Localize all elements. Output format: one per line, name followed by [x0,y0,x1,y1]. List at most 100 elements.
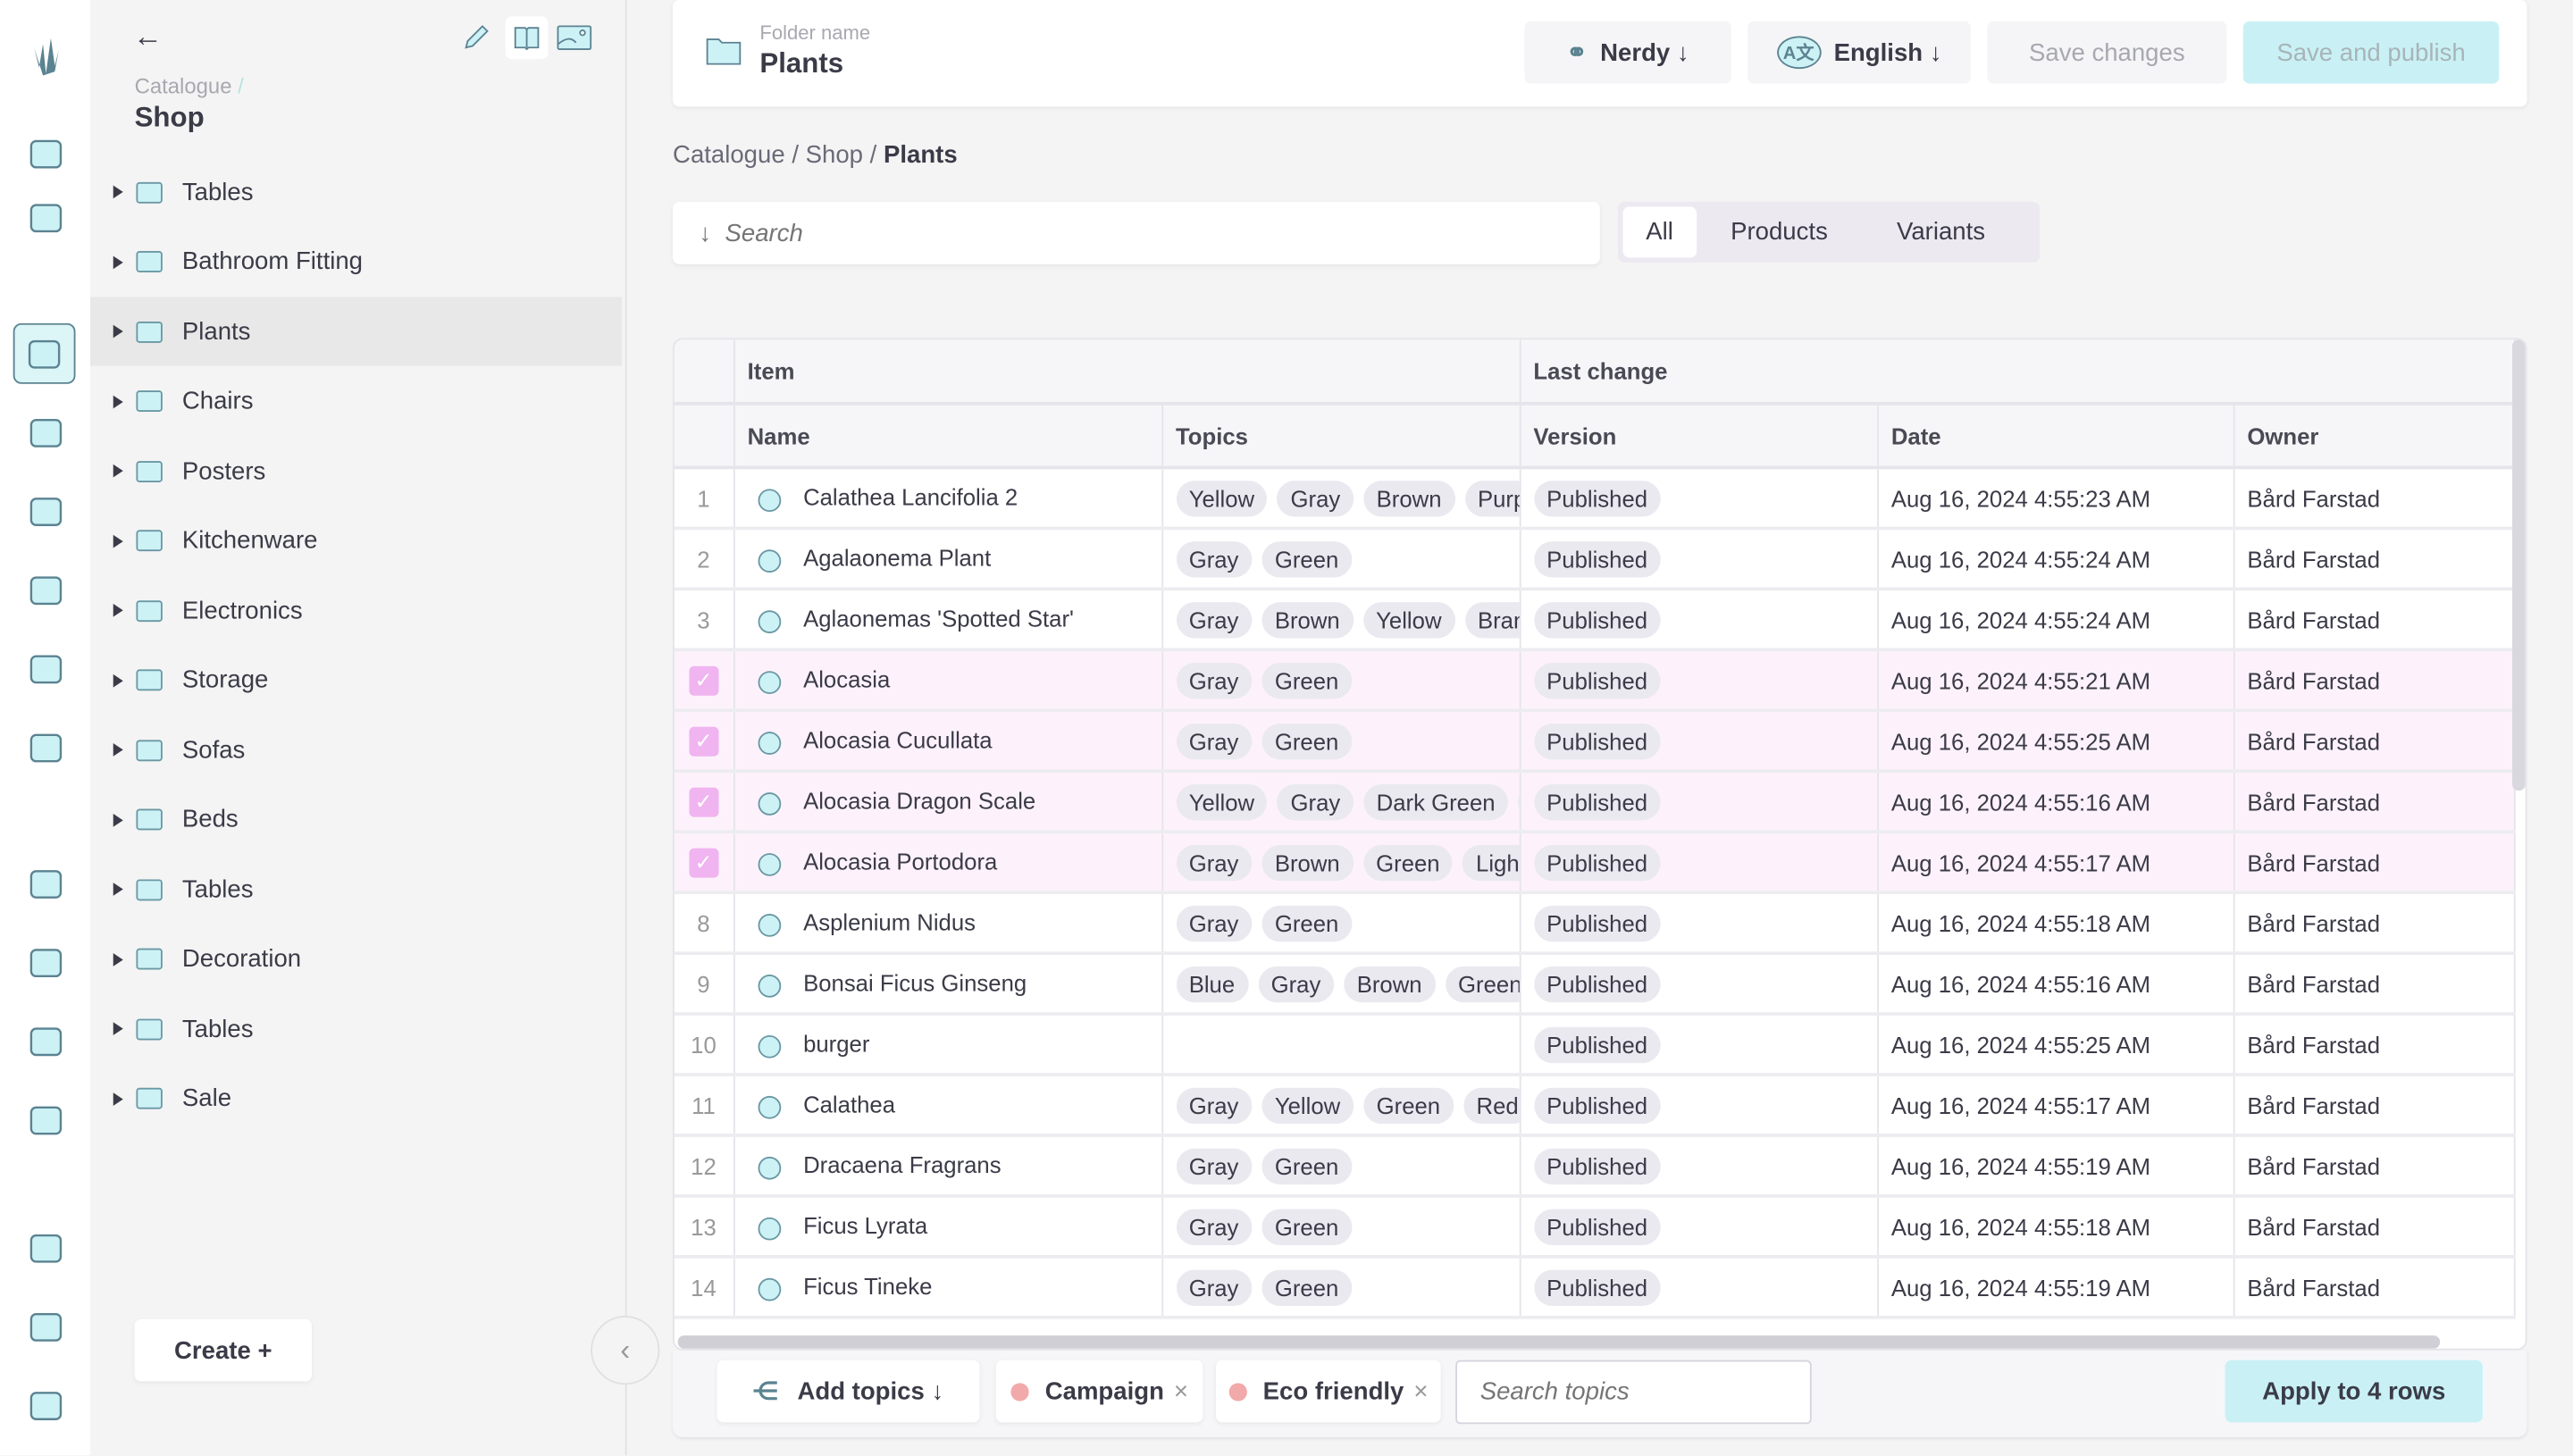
filter-tab-variants[interactable]: Variants [1862,206,2019,257]
folder-item[interactable]: Tables [90,157,622,226]
name-cell[interactable]: Dracaena Fragrans [733,1134,1163,1198]
checkbox-checked-icon[interactable]: ✓ [688,665,719,695]
language-dropdown[interactable]: A文 English ↓ [1747,21,1971,84]
folder-item[interactable]: Sale [90,1064,622,1133]
folder-item[interactable]: Posters [90,437,622,506]
expand-triangle-icon[interactable] [113,603,123,617]
col-header-owner[interactable]: Owner [2233,403,2515,470]
table-row[interactable]: 12 Dracaena Fragrans Gray Green Published… [674,1134,2515,1198]
name-cell[interactable]: Aglaonemas 'Spotted Star' [733,589,1163,652]
collapse-sidebar-button[interactable]: ‹ [591,1316,660,1385]
folder-item[interactable]: Sofas [90,715,622,784]
row-select[interactable]: 12 [674,1134,734,1198]
dashboard-icon[interactable] [23,131,69,177]
search-topics-input[interactable] [1455,1360,1812,1425]
folder-item[interactable]: Beds [90,785,622,854]
folder-name-value[interactable]: Plants [759,47,843,80]
image-icon[interactable] [557,23,592,53]
sidebar-breadcrumb-parent[interactable]: Catalogue [135,74,232,99]
row-select[interactable]: 10 [674,1014,734,1076]
col-header-name[interactable]: Name [733,403,1163,470]
col-header-version[interactable]: Version [1519,403,1879,470]
expand-triangle-icon[interactable] [113,813,123,826]
save-changes-button[interactable]: Save changes [1987,21,2227,84]
table-row[interactable]: 1 Calathea Lancifolia 2 Yellow Gray Brown P… [674,467,2515,531]
col-header-date[interactable]: Date [1877,403,2234,470]
name-cell[interactable]: burger [733,1014,1163,1076]
table-row[interactable]: 9 Bonsai Ficus Ginseng Blue Gray Brown Gree… [674,953,2515,1016]
expand-triangle-icon[interactable] [113,324,123,339]
folder-item[interactable]: Electronics [90,576,622,645]
table-row[interactable]: ✓ Alocasia Dragon Scale Yellow Gray Dark G… [674,771,2515,834]
expand-triangle-icon[interactable] [113,255,123,269]
table-row[interactable]: 10 burger Published Aug 16, 2024 4:55:25… [674,1014,2515,1076]
remove-tag-icon[interactable]: × [1413,1377,1428,1405]
col-header-topics[interactable]: Topics [1161,403,1521,470]
name-cell[interactable]: Ficus Tineke [733,1256,1163,1319]
folder-item[interactable]: Storage [90,646,622,715]
create-button[interactable]: Create + [134,1318,312,1382]
name-cell[interactable]: Agalaonema Plant [733,528,1163,591]
expand-triangle-icon[interactable] [113,743,123,757]
folder-item[interactable]: Bathroom Fitting [90,227,622,296]
row-select[interactable]: ✓ [674,710,734,774]
row-select[interactable]: 13 [674,1195,734,1259]
name-cell[interactable]: Alocasia Dragon Scale [733,771,1163,834]
checkbox-checked-icon[interactable]: ✓ [688,847,719,877]
topic-tag[interactable]: Campaign × [995,1360,1203,1423]
folder-item[interactable]: Plants [90,297,623,366]
folder-item[interactable]: Tables [90,994,622,1063]
table-row[interactable]: ✓ Alocasia Gray Green Published Aug 16, 2… [674,649,2515,713]
flow-icon[interactable] [23,647,69,692]
horizontal-scrollbar[interactable] [677,1335,2441,1349]
row-select[interactable]: 2 [674,528,734,591]
apply-button[interactable]: Apply to 4 rows [2225,1360,2483,1423]
table-row[interactable]: 14 Ficus Tineke Gray Green Published Aug … [674,1256,2515,1319]
folder-item[interactable]: Kitchenware [90,506,622,575]
image-icon[interactable] [23,567,69,613]
filter-tab-products[interactable]: Products [1697,206,1863,257]
expand-triangle-icon[interactable] [113,1022,123,1035]
translate-icon[interactable] [23,1304,69,1350]
expand-triangle-icon[interactable] [113,1092,123,1106]
add-topics-button[interactable]: ⋲ Add topics ↓ [717,1360,980,1423]
checkbox-checked-icon[interactable]: ✓ [688,725,719,756]
folder-item[interactable]: Decoration [90,925,622,993]
row-select[interactable]: 11 [674,1075,734,1137]
expand-triangle-icon[interactable] [113,952,123,966]
table-row[interactable]: 11 Calathea Gray Yellow Green Red Published… [674,1075,2515,1137]
row-select[interactable]: 3 [674,589,734,652]
catalogue-icon[interactable] [13,322,76,384]
orders-icon[interactable] [23,861,69,907]
breadcrumb-catalogue[interactable]: Catalogue [673,141,785,169]
chart-icon[interactable] [23,1019,69,1065]
expand-triangle-icon[interactable] [113,533,123,548]
topic-tag[interactable]: Eco friendly × [1215,1360,1441,1423]
filter-tab-all[interactable]: All [1622,206,1697,258]
search-icon[interactable] [23,1226,69,1271]
folder-item[interactable]: Chairs [90,367,622,436]
search-input[interactable] [673,201,1600,264]
name-cell[interactable]: Alocasia [733,649,1163,713]
expand-triangle-icon[interactable] [113,185,123,199]
table-row[interactable]: 3 Aglaonemas 'Spotted Star' Gray Brown Yel… [674,589,2515,652]
name-cell[interactable]: Ficus Lyrata [733,1195,1163,1259]
plug-icon[interactable] [23,196,69,241]
vertical-scrollbar[interactable] [2511,339,2526,791]
row-select[interactable]: 9 [674,953,734,1016]
discount-icon[interactable] [23,725,69,771]
row-select[interactable]: 14 [674,1256,734,1319]
name-cell[interactable]: Alocasia Cucullata [733,710,1163,774]
expand-triangle-icon[interactable] [113,673,123,687]
expand-triangle-icon[interactable] [113,883,123,896]
settings-icon[interactable] [23,1383,69,1428]
row-select[interactable]: ✓ [674,771,734,834]
row-select[interactable]: ✓ [674,649,734,713]
folder-item[interactable]: Tables [90,855,622,924]
name-cell[interactable]: Alocasia Portodora [733,832,1163,895]
save-and-publish-button[interactable]: Save and publish [2242,21,2500,84]
name-cell[interactable]: Bonsai Ficus Ginseng [733,953,1163,1016]
row-select[interactable]: 8 [674,892,734,955]
breadcrumb-shop[interactable]: Shop [806,141,863,169]
table-row[interactable]: ✓ Alocasia Portodora GrayBrownGreenLight… [674,832,2515,895]
